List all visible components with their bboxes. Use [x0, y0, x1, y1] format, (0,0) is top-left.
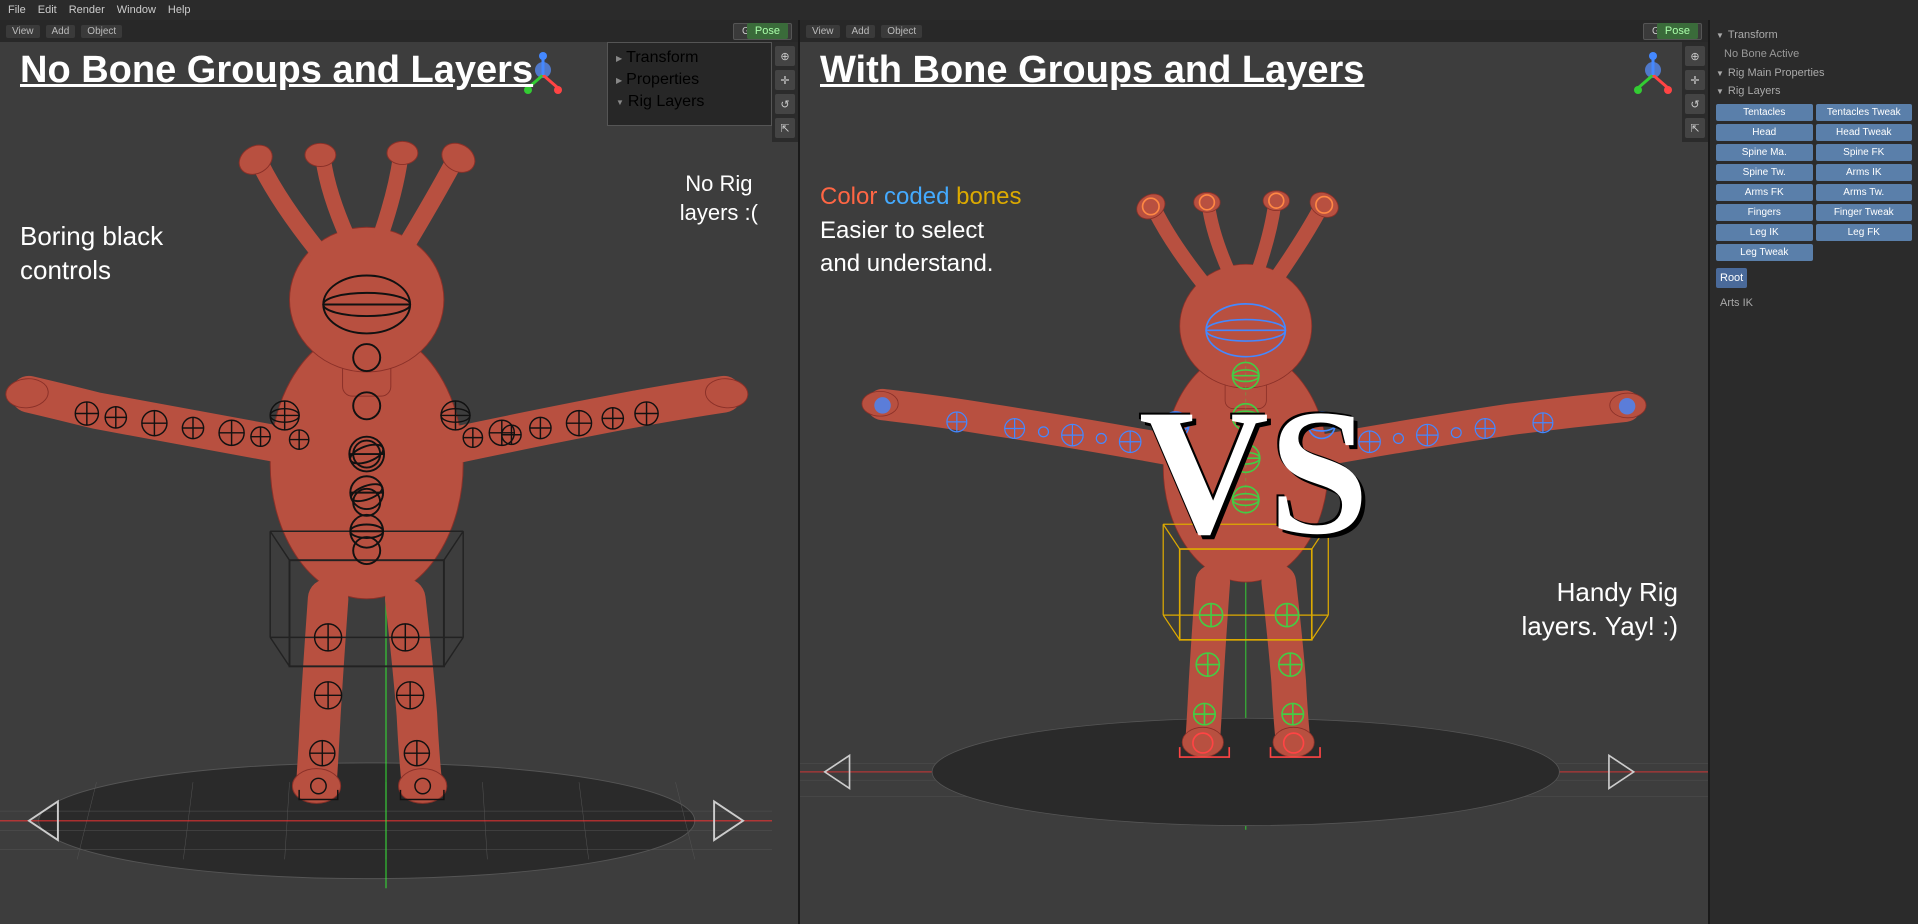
layer-btn-spine-fk[interactable]: Spine FK [1816, 144, 1913, 161]
viewport-left-nav: View Add Object Global Local Pose [0, 20, 798, 42]
rotate-tool-left[interactable]: ↺ [775, 94, 795, 114]
layer-btn-head[interactable]: Head [1716, 124, 1813, 141]
side-tools-right: ⊕ ✛ ↺ ⇱ [1682, 42, 1708, 142]
layer-btn-leg-fk[interactable]: Leg FK [1816, 224, 1913, 241]
axis-gizmo-right [1628, 50, 1678, 105]
layer-btn-tentacles[interactable]: Tentacles [1716, 104, 1813, 121]
viewport-right: VS View Add Object Global Pose With Bone… [800, 20, 1708, 924]
viewports-container: View Add Object Global Local Pose No Bon… [0, 20, 1918, 924]
transform-panel-left: Transform Properties Rig Layers [607, 42, 772, 126]
transform-row-left[interactable]: Transform [612, 47, 767, 69]
rig-layers-header[interactable]: Rig Layers [1716, 82, 1912, 100]
toolbar-file[interactable]: File [8, 4, 26, 16]
layer-buttons-grid: Tentacles Tentacles Tweak Head Head Twea… [1716, 104, 1912, 261]
layer-btn-leg-ik[interactable]: Leg IK [1716, 224, 1813, 241]
scale-tool-left[interactable]: ⇱ [775, 118, 795, 138]
no-rig-layers-text [612, 113, 767, 121]
right-panel-content: Transform No Bone Active Rig Main Proper… [1710, 20, 1918, 321]
layer-btn-spine-tw[interactable]: Spine Tw. [1716, 164, 1813, 181]
color-coded-annotation: Color coded bones Easier to selectand un… [820, 180, 1021, 281]
boring-controls-annotation: Boring blackcontrols [20, 220, 163, 288]
character-right [800, 42, 1708, 924]
pose-btn-right[interactable]: Pose [1657, 23, 1698, 39]
viewport-left: View Add Object Global Local Pose No Bon… [0, 20, 800, 924]
scale-tool-right[interactable]: ⇱ [1685, 118, 1705, 138]
arts-ik-label: Arts IK [1716, 291, 1912, 315]
properties-label-left: Properties [626, 71, 699, 89]
toolbar-render[interactable]: Render [69, 4, 105, 16]
nav-add-btn-left[interactable]: Add [46, 25, 76, 38]
layer-btn-spine-ma[interactable]: Spine Ma. [1716, 144, 1813, 161]
toolbar-window[interactable]: Window [117, 4, 156, 16]
layer-btn-head-tweak[interactable]: Head Tweak [1816, 124, 1913, 141]
nav-object-btn-left[interactable]: Object [81, 25, 122, 38]
properties-row-left[interactable]: Properties [612, 69, 767, 91]
transform-label-left: Transform [626, 49, 698, 67]
rig-layers-row-left[interactable]: Rig Layers [612, 91, 767, 113]
rig-layers-label-left: Rig Layers [628, 93, 704, 111]
toolbar-edit[interactable]: Edit [38, 4, 57, 16]
nav-view-btn-right[interactable]: View [806, 25, 840, 38]
cursor-tool-left[interactable]: ⊕ [775, 46, 795, 66]
nav-add-btn-right[interactable]: Add [846, 25, 876, 38]
layer-btn-tentacles-tweak[interactable]: Tentacles Tweak [1816, 104, 1913, 121]
move-tool-right[interactable]: ✛ [1685, 70, 1705, 90]
transform-section-label: Transform [1728, 29, 1778, 41]
transform-section-header[interactable]: Transform [1716, 26, 1912, 44]
move-tool-left[interactable]: ✛ [775, 70, 795, 90]
nav-object-btn-right[interactable]: Object [881, 25, 922, 38]
nav-view-btn-left[interactable]: View [6, 25, 40, 38]
layer-btn-finger-tweak[interactable]: Finger Tweak [1816, 204, 1913, 221]
nav-right-right: Global Pose [1643, 23, 1702, 40]
rig-layers-label: Rig Layers [1728, 85, 1781, 97]
layer-btn-leg-tweak[interactable]: Leg Tweak [1716, 244, 1813, 261]
right-properties-panel: Transform No Bone Active Rig Main Proper… [1708, 20, 1918, 924]
nav-right-left: Global Local Pose [733, 23, 792, 40]
character-left [0, 42, 772, 924]
coded-word: coded [884, 183, 949, 210]
toolbar-help[interactable]: Help [168, 4, 191, 16]
layer-btn-fingers[interactable]: Fingers [1716, 204, 1813, 221]
left-viewport-title: No Bone Groups and Layers [20, 50, 533, 92]
handy-rig-annotation: Handy Riglayers. Yay! :) [1521, 576, 1678, 644]
layer-btn-arms-tw[interactable]: Arms Tw. [1816, 184, 1913, 201]
layer-btn-arms-ik[interactable]: Arms IK [1816, 164, 1913, 181]
rig-main-props-label: Rig Main Properties [1728, 67, 1825, 79]
rotate-tool-right[interactable]: ↺ [1685, 94, 1705, 114]
cursor-tool-right[interactable]: ⊕ [1685, 46, 1705, 66]
side-tools-left: ⊕ ✛ ↺ ⇱ [772, 42, 798, 142]
no-bone-active-text: No Bone Active [1716, 44, 1912, 64]
top-toolbar: File Edit Render Window Help [0, 0, 1918, 20]
color-word: Color [820, 183, 877, 210]
rig-main-props-header[interactable]: Rig Main Properties [1716, 64, 1912, 82]
pose-btn-left[interactable]: Pose [747, 23, 788, 39]
right-viewport-title: With Bone Groups and Layers [820, 50, 1364, 92]
no-rig-annotation: No Riglayers :( [680, 170, 758, 227]
viewport-right-nav: View Add Object Global Pose [800, 20, 1708, 42]
bones-word: bones [956, 183, 1021, 210]
layer-btn-arms-fk[interactable]: Arms FK [1716, 184, 1813, 201]
root-button[interactable]: Root [1716, 268, 1747, 288]
